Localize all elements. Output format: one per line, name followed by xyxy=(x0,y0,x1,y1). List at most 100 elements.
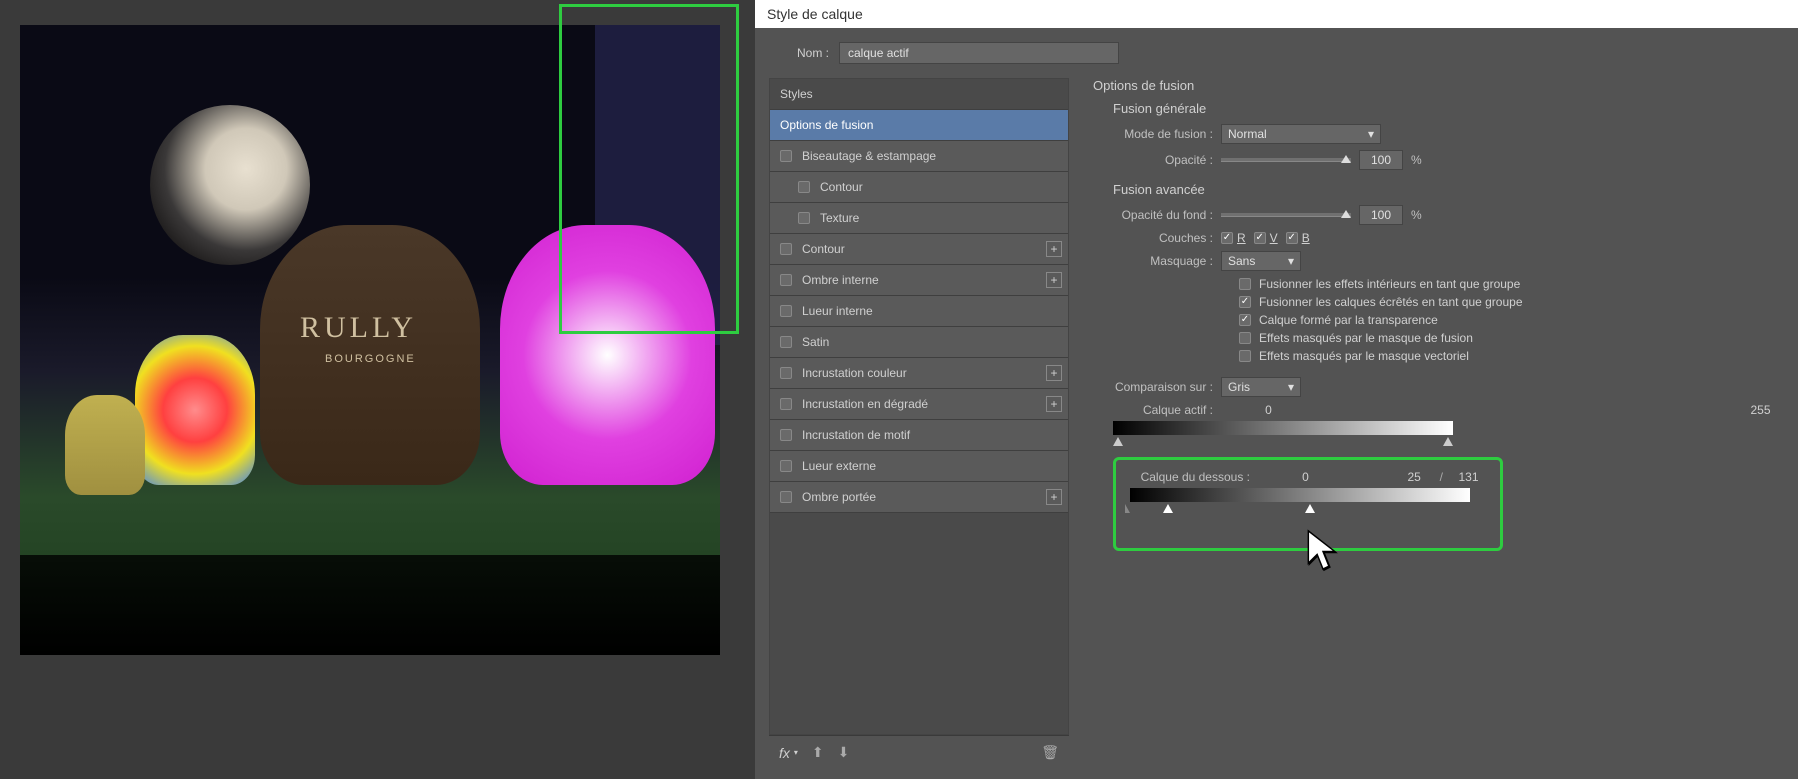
fill-opacity-input[interactable] xyxy=(1359,205,1403,225)
balloon-subtext: BOURGOGNE xyxy=(325,353,416,365)
blend-if-combo[interactable]: Gris▾ xyxy=(1221,377,1301,397)
opacity-slider[interactable] xyxy=(1221,158,1351,162)
add-effect-icon[interactable]: + xyxy=(1046,489,1062,505)
style-checkbox[interactable] xyxy=(780,429,792,441)
layer-style-dialog: Style de calque Nom : Styles Options de … xyxy=(755,0,1798,779)
knockout-label: Masquage : xyxy=(1113,254,1213,268)
style-checkbox[interactable] xyxy=(780,305,792,317)
style-checkbox[interactable] xyxy=(798,212,810,224)
move-down-icon[interactable]: ⬇ xyxy=(838,744,850,761)
advanced-fusion-title: Fusion avancée xyxy=(1113,182,1778,197)
styles-column: Styles Options de fusion Biseautage & est… xyxy=(769,78,1069,769)
advanced-option-label: Calque formé par la transparence xyxy=(1259,313,1438,327)
styles-list: Styles Options de fusion Biseautage & est… xyxy=(769,78,1069,735)
opacity-unit: % xyxy=(1411,153,1422,167)
styles-header[interactable]: Styles xyxy=(770,79,1068,110)
this-layer-gradient[interactable] xyxy=(1113,421,1453,435)
style-item[interactable]: Biseautage & estampage xyxy=(770,141,1068,172)
channels-label: Couches : xyxy=(1113,231,1213,245)
style-item[interactable]: Incrustation en dégradé + xyxy=(770,389,1068,420)
balloon-text: RULLY xyxy=(300,311,417,345)
balloon-graphic xyxy=(65,395,145,495)
advanced-option-checkbox[interactable] xyxy=(1239,278,1251,290)
style-item[interactable]: Lueur externe xyxy=(770,451,1068,482)
under-mid: 25 xyxy=(1397,470,1432,484)
balloon-graphic xyxy=(135,335,255,485)
fx-menu-icon[interactable]: fx xyxy=(779,745,790,761)
trash-icon[interactable]: 🗑 xyxy=(1041,744,1059,761)
knockout-combo[interactable]: Sans▾ xyxy=(1221,251,1301,271)
style-item[interactable]: Texture xyxy=(770,203,1068,234)
blend-mode-combo[interactable]: Normal▾ xyxy=(1221,124,1381,144)
under-low: 0 xyxy=(1288,470,1323,484)
fill-opacity-label: Opacité du fond : xyxy=(1113,208,1213,222)
move-up-icon[interactable]: ⬆ xyxy=(812,744,824,761)
advanced-option-label: Effets masqués par le masque vectoriel xyxy=(1259,349,1469,363)
style-checkbox[interactable] xyxy=(780,243,792,255)
channel-b-checkbox[interactable] xyxy=(1286,232,1298,244)
under-layer-gradient[interactable] xyxy=(1130,488,1470,502)
this-layer-high: 255 xyxy=(1743,403,1778,417)
canvas-area: RULLY BOURGOGNE xyxy=(0,0,755,779)
style-item[interactable]: Options de fusion xyxy=(770,110,1068,141)
style-item-label: Satin xyxy=(802,335,829,349)
style-item[interactable]: Ombre portée + xyxy=(770,482,1068,513)
under-sep: / xyxy=(1440,470,1443,484)
options-section-title: Options de fusion xyxy=(1093,78,1778,93)
under-layer-markers[interactable] xyxy=(1130,504,1470,518)
channel-v-checkbox[interactable] xyxy=(1254,232,1266,244)
style-item[interactable]: Contour + xyxy=(770,234,1068,265)
advanced-option-label: Fusionner les effets intérieurs en tant … xyxy=(1259,277,1520,291)
this-layer-low: 0 xyxy=(1251,403,1286,417)
style-item-label: Contour xyxy=(802,242,845,256)
style-checkbox[interactable] xyxy=(780,398,792,410)
blend-if-label: Comparaison sur : xyxy=(1113,380,1213,394)
styles-footer: fx ▾ ⬆ ⬇ 🗑 xyxy=(769,735,1069,769)
add-effect-icon[interactable]: + xyxy=(1046,396,1062,412)
channel-r-checkbox[interactable] xyxy=(1221,232,1233,244)
fill-opacity-slider[interactable] xyxy=(1221,213,1351,217)
advanced-option-checkbox[interactable] xyxy=(1239,314,1251,326)
style-item-label: Incrustation en dégradé xyxy=(802,397,928,411)
style-item[interactable]: Incrustation couleur + xyxy=(770,358,1068,389)
style-item-label: Ombre portée xyxy=(802,490,876,504)
opacity-label: Opacité : xyxy=(1113,153,1213,167)
add-effect-icon[interactable]: + xyxy=(1046,272,1062,288)
add-effect-icon[interactable]: + xyxy=(1046,241,1062,257)
style-item-label: Lueur externe xyxy=(802,459,876,473)
style-checkbox[interactable] xyxy=(780,150,792,162)
general-fusion-title: Fusion générale xyxy=(1113,101,1778,116)
style-item-label: Ombre interne xyxy=(802,273,879,287)
fill-opacity-unit: % xyxy=(1411,208,1422,222)
opacity-input[interactable] xyxy=(1359,150,1403,170)
balloon-graphic xyxy=(500,225,715,485)
style-item-label: Biseautage & estampage xyxy=(802,149,936,163)
style-item[interactable]: Ombre interne + xyxy=(770,265,1068,296)
style-item-label: Contour xyxy=(820,180,863,194)
advanced-option-checkbox[interactable] xyxy=(1239,332,1251,344)
style-item-label: Incrustation couleur xyxy=(802,366,907,380)
advanced-option-checkbox[interactable] xyxy=(1239,296,1251,308)
layer-name-input[interactable] xyxy=(839,42,1119,64)
this-layer-markers[interactable] xyxy=(1113,437,1453,451)
advanced-option-checkbox[interactable] xyxy=(1239,350,1251,362)
style-item[interactable]: Lueur interne xyxy=(770,296,1068,327)
style-checkbox[interactable] xyxy=(780,460,792,472)
style-checkbox[interactable] xyxy=(780,336,792,348)
style-item[interactable]: Contour xyxy=(770,172,1068,203)
style-checkbox[interactable] xyxy=(798,181,810,193)
style-checkbox[interactable] xyxy=(780,367,792,379)
style-item[interactable]: Incrustation de motif xyxy=(770,420,1068,451)
style-checkbox[interactable] xyxy=(780,274,792,286)
blend-mode-label: Mode de fusion : xyxy=(1113,127,1213,141)
add-effect-icon[interactable]: + xyxy=(1046,365,1062,381)
moon-graphic xyxy=(150,105,310,265)
this-layer-label: Calque actif : xyxy=(1113,403,1213,417)
style-item[interactable]: Satin xyxy=(770,327,1068,358)
style-checkbox[interactable] xyxy=(780,491,792,503)
style-item-label: Lueur interne xyxy=(802,304,873,318)
fx-caret-icon[interactable]: ▾ xyxy=(794,748,798,757)
cursor-icon xyxy=(1305,528,1341,582)
under-high: 131 xyxy=(1451,470,1486,484)
style-item-label: Texture xyxy=(820,211,859,225)
